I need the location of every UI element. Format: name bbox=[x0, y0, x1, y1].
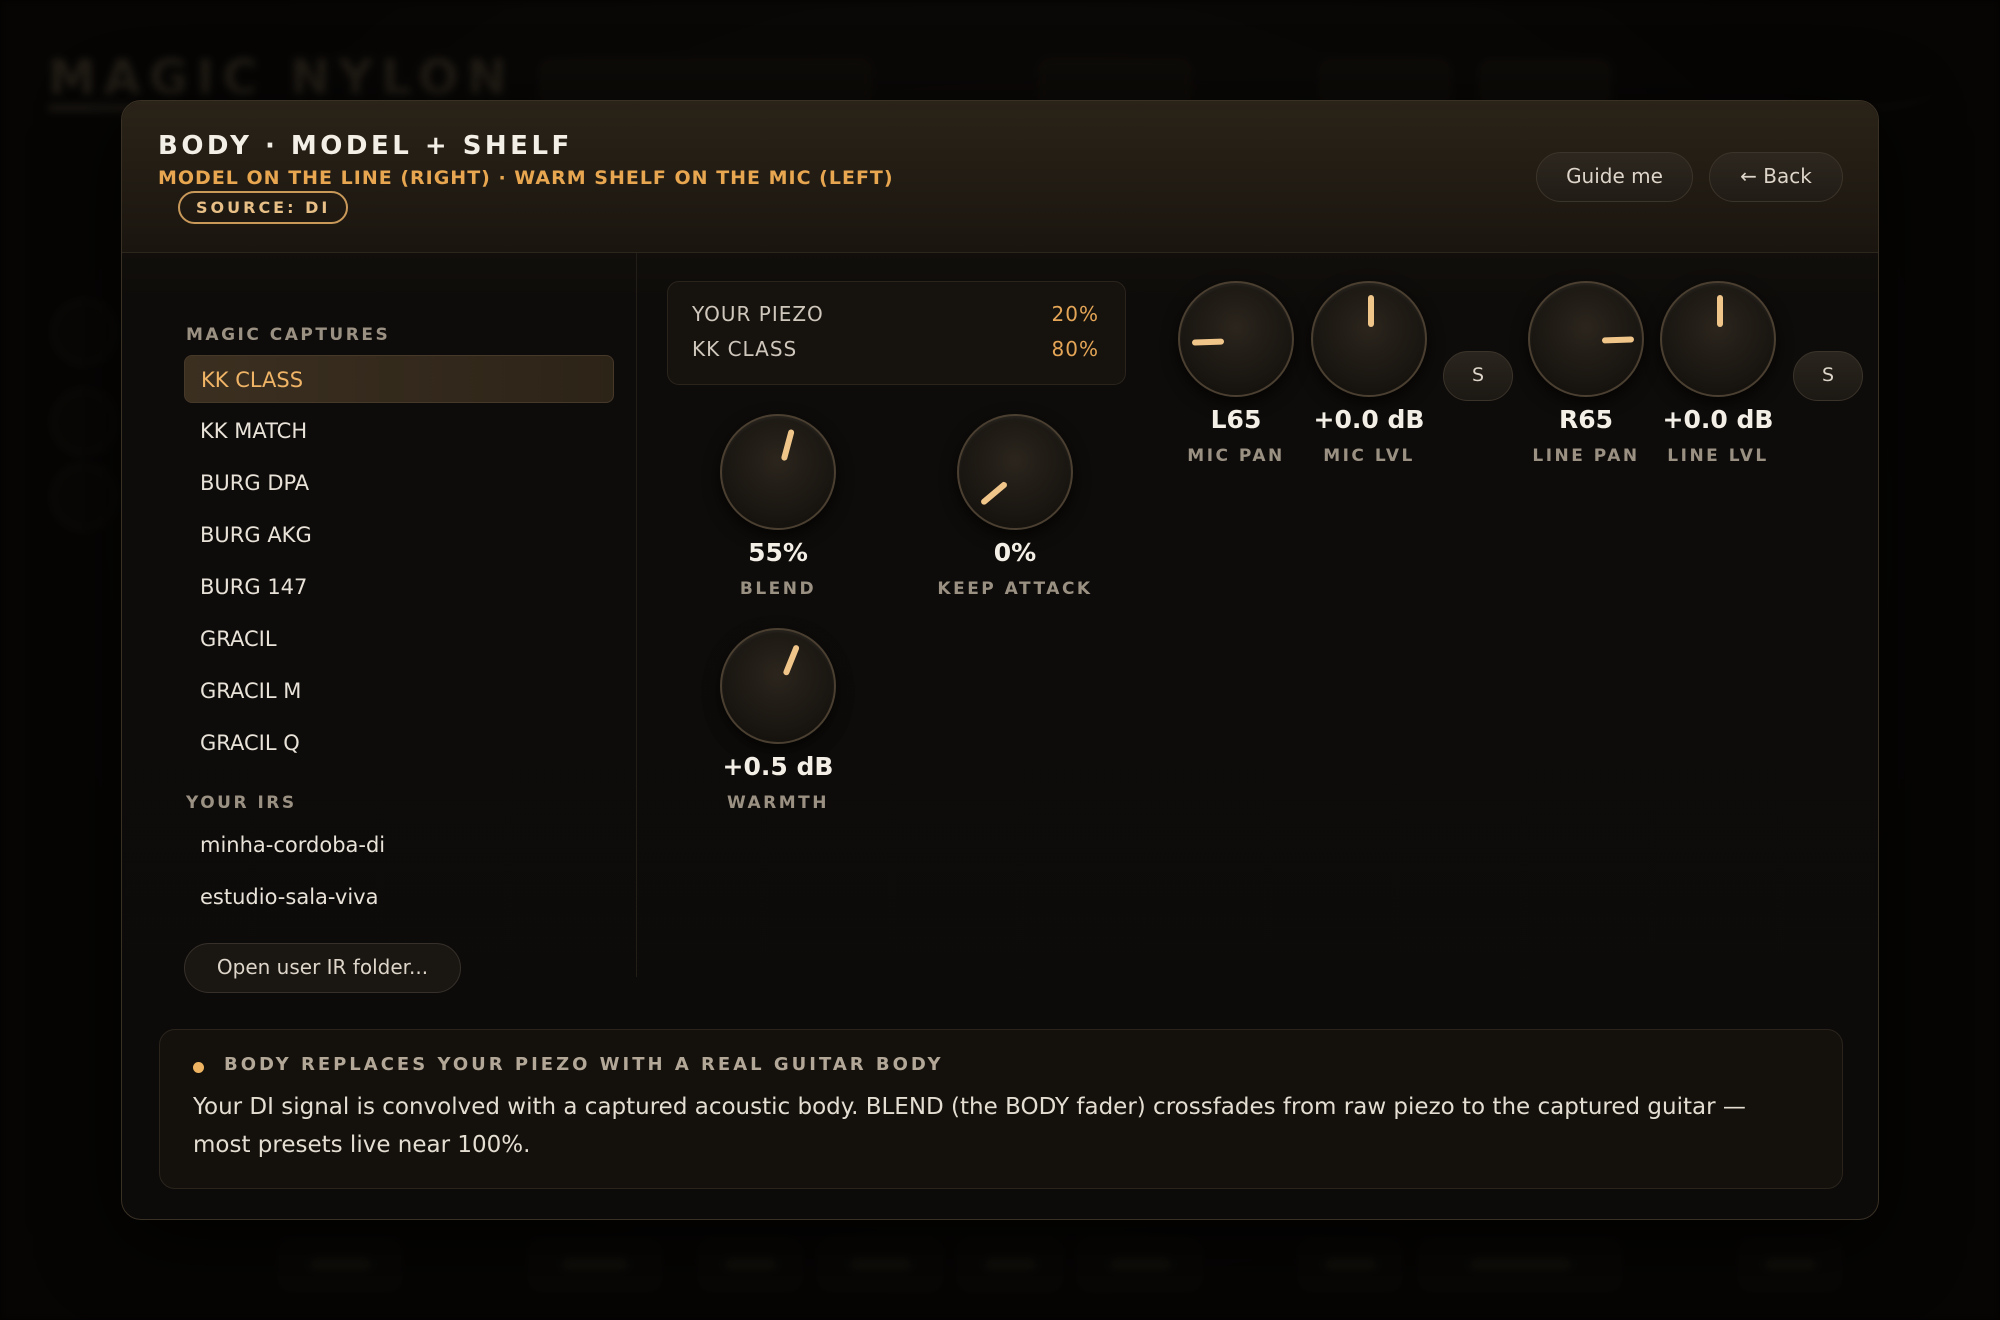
mic-level-label: MIC LVL bbox=[1323, 446, 1415, 466]
knob-pointer bbox=[782, 644, 801, 677]
ir-item-estudio-sala-viva[interactable]: estudio-sala-viva bbox=[184, 873, 614, 921]
capture-item-burg-147[interactable]: BURG 147 bbox=[184, 563, 614, 611]
capture-item-gracil-m[interactable]: GRACIL M bbox=[184, 667, 614, 715]
capture-item-gracil-q[interactable]: GRACIL Q bbox=[184, 719, 614, 767]
capture-item-burg-dpa[interactable]: BURG DPA bbox=[184, 459, 614, 507]
knob-pointer bbox=[979, 480, 1009, 506]
capture-item-burg-akg[interactable]: BURG AKG bbox=[184, 511, 614, 559]
back-button[interactable]: ← Back bbox=[1709, 152, 1843, 202]
line-pan-knob[interactable] bbox=[1528, 281, 1644, 397]
warmth-label: WARMTH bbox=[727, 793, 829, 813]
mix-row-label: YOUR PIEZO bbox=[692, 302, 824, 326]
knob-pointer bbox=[1717, 295, 1723, 327]
open-user-ir-folder-button[interactable]: Open user IR folder... bbox=[184, 943, 461, 993]
dialog-subtitle: MODEL ON THE LINE (RIGHT) · WARM SHELF O… bbox=[158, 167, 894, 189]
mix-row-piezo: YOUR PIEZO 20% bbox=[692, 302, 1099, 326]
line-level-label: LINE LVL bbox=[1667, 446, 1769, 466]
line-solo-button[interactable]: S bbox=[1793, 351, 1863, 401]
info-bullet-icon bbox=[193, 1062, 204, 1073]
source-badge: SOURCE: DI bbox=[178, 191, 349, 224]
mix-row-value: 20% bbox=[1051, 302, 1099, 326]
your-irs-heading: YOUR IRS bbox=[186, 793, 297, 813]
info-text: Your DI signal is convolved with a captu… bbox=[193, 1094, 1746, 1158]
ir-item-minha-cordoba-di[interactable]: minha-cordoba-di bbox=[184, 821, 614, 869]
knob-pointer bbox=[780, 428, 795, 462]
blend-knob[interactable] bbox=[720, 414, 836, 530]
capture-item-kk-class[interactable]: KK CLASS bbox=[184, 355, 614, 403]
dialog-title: BODY · MODEL + SHELF bbox=[158, 131, 573, 161]
mic-level-knob[interactable] bbox=[1311, 281, 1427, 397]
mic-level-value: +0.0 dB bbox=[1313, 405, 1425, 434]
mix-row-capture: KK CLASS 80% bbox=[692, 337, 1099, 361]
body-model-dialog: BODY · MODEL + SHELF MODEL ON THE LINE (… bbox=[121, 100, 1879, 1220]
blend-value: 55% bbox=[748, 538, 808, 567]
info-heading: BODY REPLACES YOUR PIEZO WITH A REAL GUI… bbox=[224, 1054, 944, 1075]
mix-row-value: 80% bbox=[1051, 337, 1099, 361]
line-level-knob[interactable] bbox=[1660, 281, 1776, 397]
warmth-knob[interactable] bbox=[720, 628, 836, 744]
info-panel: BODY REPLACES YOUR PIEZO WITH A REAL GUI… bbox=[159, 1029, 1843, 1189]
keep-attack-value: 0% bbox=[993, 538, 1037, 567]
dialog-header: BODY · MODEL + SHELF MODEL ON THE LINE (… bbox=[122, 101, 1878, 253]
capture-item-kk-match[interactable]: KK MATCH bbox=[184, 407, 614, 455]
mix-readout: YOUR PIEZO 20% KK CLASS 80% bbox=[667, 281, 1126, 385]
knob-pointer bbox=[1601, 336, 1635, 344]
blend-label: BLEND bbox=[739, 579, 817, 599]
mix-row-label: KK CLASS bbox=[692, 337, 798, 361]
mic-solo-button[interactable]: S bbox=[1443, 351, 1513, 401]
capture-list-panel: MAGIC CAPTURES KK CLASS KK MATCH BURG DP… bbox=[122, 253, 637, 993]
warmth-value: +0.5 dB bbox=[722, 752, 834, 781]
keep-attack-knob[interactable] bbox=[957, 414, 1073, 530]
guide-me-button[interactable]: Guide me bbox=[1536, 152, 1693, 202]
mic-pan-knob[interactable] bbox=[1178, 281, 1294, 397]
capture-item-gracil[interactable]: GRACIL bbox=[184, 615, 614, 663]
knob-pointer bbox=[1191, 338, 1225, 346]
knob-pointer bbox=[1368, 295, 1374, 327]
magic-captures-heading: MAGIC CAPTURES bbox=[186, 325, 391, 345]
keep-attack-label: KEEP ATTACK bbox=[937, 579, 1093, 599]
line-level-value: +0.0 dB bbox=[1662, 405, 1774, 434]
